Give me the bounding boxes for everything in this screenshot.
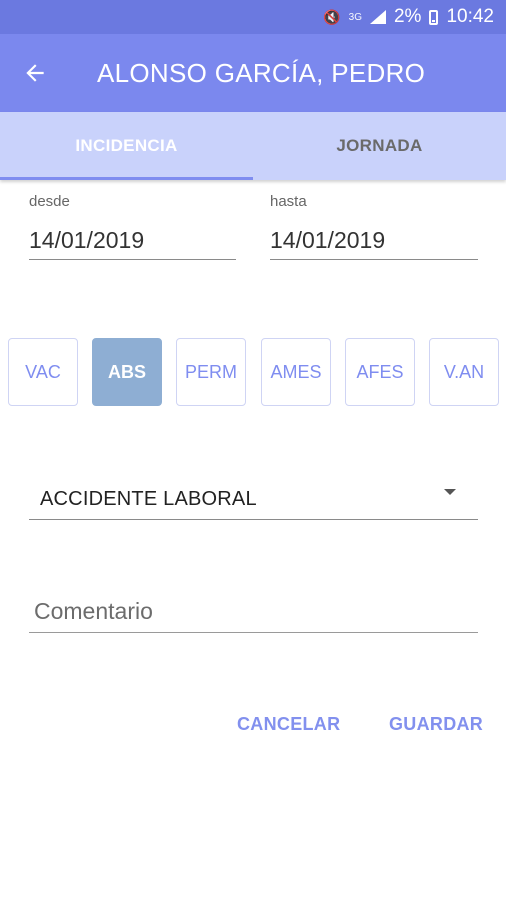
date-to-underline (270, 259, 478, 260)
category-ames-button[interactable]: AMES (261, 338, 331, 406)
date-to-label: hasta (270, 193, 307, 210)
signal-icon (369, 10, 386, 24)
status-bar: 🔇 3G 2% 10:42 (0, 0, 506, 34)
app-bar: ALONSO GARCÍA, PEDRO (0, 34, 506, 112)
date-from-value[interactable]: 14/01/2019 (29, 227, 144, 254)
date-to-value[interactable]: 14/01/2019 (270, 227, 385, 254)
date-from-label: desde (29, 193, 70, 210)
clock: 10:42 (446, 6, 494, 27)
category-abs-button[interactable]: ABS (92, 338, 162, 406)
category-vac-button[interactable]: VAC (8, 338, 78, 406)
category-perm-button[interactable]: PERM (176, 338, 246, 406)
category-van-button[interactable]: V.AN (429, 338, 499, 406)
category-afes-button[interactable]: AFES (345, 338, 415, 406)
cancel-button[interactable]: CANCELAR (237, 714, 340, 735)
battery-icon (429, 9, 439, 25)
date-from-underline (29, 259, 236, 260)
network-type: 3G (348, 11, 362, 23)
arrow-left-icon (26, 64, 44, 82)
comment-placeholder[interactable]: Comentario (34, 598, 153, 625)
save-button[interactable]: GUARDAR (389, 714, 483, 735)
tab-jornada[interactable]: JORNADA (253, 112, 506, 180)
dropdown-arrow-icon[interactable] (444, 489, 456, 495)
reason-select-underline (29, 519, 478, 520)
back-button[interactable] (0, 34, 70, 112)
battery-percent: 2% (393, 6, 422, 27)
tab-incidencia[interactable]: INCIDENCIA (0, 112, 253, 180)
comment-underline (29, 632, 478, 633)
reason-select-value[interactable]: ACCIDENTE LABORAL (40, 488, 257, 511)
mute-icon: 🔇 (323, 8, 341, 25)
page-title: ALONSO GARCÍA, PEDRO (97, 58, 426, 88)
tab-bar: INCIDENCIA JORNADA (0, 112, 506, 180)
